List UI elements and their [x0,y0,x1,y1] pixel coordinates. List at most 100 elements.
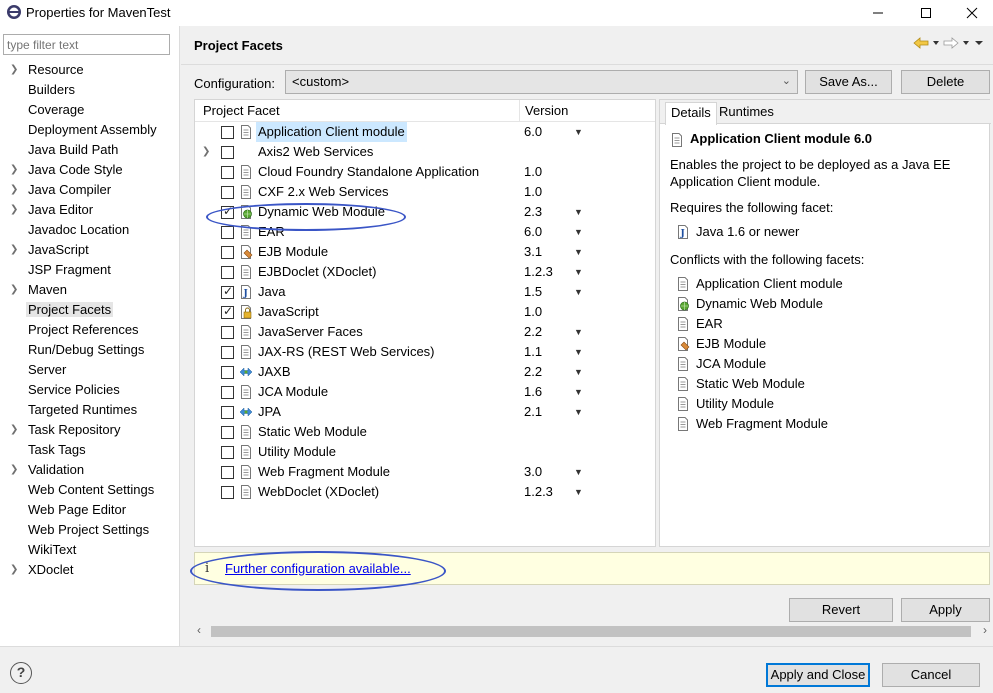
sidebar-item-wikitext[interactable]: WikiText [0,540,180,560]
facet-checkbox[interactable] [221,186,234,199]
minimize-button[interactable] [855,0,901,26]
facet-version[interactable]: 3.0 [524,462,542,482]
sidebar-item-xdoclet[interactable]: ❯ XDoclet [0,560,180,580]
facet-row[interactable]: Web Fragment Module 3.0 ▼ [195,462,655,482]
version-dropdown-icon[interactable]: ▼ [574,222,583,242]
cancel-button[interactable]: Cancel [882,663,980,687]
facet-checkbox[interactable] [221,166,234,179]
version-dropdown-icon[interactable]: ▼ [574,242,583,262]
chevron-right-icon[interactable]: ❯ [10,560,18,580]
column-header-version[interactable]: Version [525,103,568,118]
facet-row[interactable]: EAR 6.0 ▼ [195,222,655,242]
forward-arrow-icon[interactable] [943,36,959,50]
sidebar-item-web-page-editor[interactable]: Web Page Editor [0,500,180,520]
sidebar-item-resource[interactable]: ❯ Resource [0,60,180,80]
save-as-button[interactable]: Save As... [805,70,892,94]
chevron-right-icon[interactable]: ❯ [10,460,18,480]
filter-input[interactable] [3,34,170,55]
help-button[interactable]: ? [10,662,32,684]
facet-checkbox[interactable] [221,203,234,219]
horizontal-scrollbar[interactable]: ‹ › [194,623,990,639]
version-dropdown-icon[interactable]: ▼ [574,122,583,142]
facet-row[interactable]: Utility Module [195,442,655,462]
sidebar-item-project-facets[interactable]: Project Facets [0,300,180,320]
view-menu-chevron-down-icon[interactable] [973,36,985,50]
facet-row[interactable]: JCA Module 1.6 ▼ [195,382,655,402]
facet-version[interactable]: 3.1 [524,242,542,262]
version-dropdown-icon[interactable]: ▼ [574,462,583,482]
facet-row[interactable]: JavaScript 1.0 [195,302,655,322]
version-dropdown-icon[interactable]: ▼ [574,322,583,342]
facet-checkbox[interactable] [221,226,234,239]
sidebar-item-service-policies[interactable]: Service Policies [0,380,180,400]
version-dropdown-icon[interactable]: ▼ [574,262,583,282]
facet-checkbox[interactable] [221,283,234,299]
sidebar-item-web-project-settings[interactable]: Web Project Settings [0,520,180,540]
facet-row[interactable]: JAXB 2.2 ▼ [195,362,655,382]
version-dropdown-icon[interactable]: ▼ [574,282,583,302]
sidebar-item-coverage[interactable]: Coverage [0,100,180,120]
back-menu-chevron-down-icon[interactable] [931,36,941,50]
facet-version[interactable]: 2.2 [524,322,542,342]
sidebar-item-builders[interactable]: Builders [0,80,180,100]
close-button[interactable] [949,0,993,26]
forward-menu-chevron-down-icon[interactable] [961,36,971,50]
tab-runtimes[interactable]: Runtimes [714,102,779,124]
further-configuration-link[interactable]: Further configuration available... [225,561,411,576]
facet-version[interactable]: 1.1 [524,342,542,362]
configuration-select[interactable]: <custom> ⌄ [285,70,798,94]
version-dropdown-icon[interactable]: ▼ [574,402,583,422]
facet-row[interactable]: Application Client module 6.0 ▼ [195,122,655,142]
facet-checkbox[interactable] [221,486,234,499]
facet-checkbox[interactable] [221,146,234,159]
sidebar-item-targeted-runtimes[interactable]: Targeted Runtimes [0,400,180,420]
facet-row[interactable]: EJBDoclet (XDoclet) 1.2.3 ▼ [195,262,655,282]
version-dropdown-icon[interactable]: ▼ [574,362,583,382]
facet-version[interactable]: 6.0 [524,222,542,242]
version-dropdown-icon[interactable]: ▼ [574,342,583,362]
chevron-right-icon[interactable]: ❯ [10,160,18,180]
sidebar-item-java-compiler[interactable]: ❯ Java Compiler [0,180,180,200]
sidebar-item-deployment-assembly[interactable]: Deployment Assembly [0,120,180,140]
scroll-left-icon[interactable]: ‹ [197,623,201,637]
facet-checkbox[interactable] [221,246,234,259]
facet-version[interactable]: 1.5 [524,282,542,302]
back-arrow-icon[interactable] [913,36,929,50]
sidebar-item-javadoc-location[interactable]: Javadoc Location [0,220,180,240]
facet-checkbox[interactable] [221,303,234,319]
facet-checkbox[interactable] [221,126,234,139]
facet-version[interactable]: 1.2.3 [524,482,553,502]
sidebar-item-validation[interactable]: ❯ Validation [0,460,180,480]
version-dropdown-icon[interactable]: ▼ [574,482,583,502]
facet-checkbox[interactable] [221,426,234,439]
sidebar-item-web-content-settings[interactable]: Web Content Settings [0,480,180,500]
sidebar-item-jsp-fragment[interactable]: JSP Fragment [0,260,180,280]
facet-version[interactable]: 2.2 [524,362,542,382]
apply-button[interactable]: Apply [901,598,990,622]
facet-checkbox[interactable] [221,406,234,419]
chevron-right-icon[interactable]: ❯ [10,240,18,260]
facet-row[interactable]: EJB Module 3.1 ▼ [195,242,655,262]
sidebar-item-server[interactable]: Server [0,360,180,380]
sidebar-item-javascript[interactable]: ❯ JavaScript [0,240,180,260]
sidebar-item-task-tags[interactable]: Task Tags [0,440,180,460]
facet-row[interactable]: CXF 2.x Web Services 1.0 [195,182,655,202]
facet-row[interactable]: Dynamic Web Module 2.3 ▼ [195,202,655,222]
column-header-facet[interactable]: Project Facet [203,103,280,118]
facet-version[interactable]: 1.2.3 [524,262,553,282]
facet-version[interactable]: 1.6 [524,382,542,402]
facet-checkbox[interactable] [221,446,234,459]
facet-checkbox[interactable] [221,366,234,379]
sidebar-item-java-build-path[interactable]: Java Build Path [0,140,180,160]
facet-row[interactable]: Cloud Foundry Standalone Application 1.0 [195,162,655,182]
sidebar-item-task-repository[interactable]: ❯ Task Repository [0,420,180,440]
chevron-right-icon[interactable]: ❯ [10,200,18,220]
facet-version[interactable]: 6.0 [524,122,542,142]
facet-row[interactable]: J Java 1.5 ▼ [195,282,655,302]
facet-row[interactable]: JavaServer Faces 2.2 ▼ [195,322,655,342]
sidebar-item-project-references[interactable]: Project References [0,320,180,340]
facet-checkbox[interactable] [221,326,234,339]
version-dropdown-icon[interactable]: ▼ [574,382,583,402]
sidebar-item-java-editor[interactable]: ❯ Java Editor [0,200,180,220]
facet-checkbox[interactable] [221,266,234,279]
